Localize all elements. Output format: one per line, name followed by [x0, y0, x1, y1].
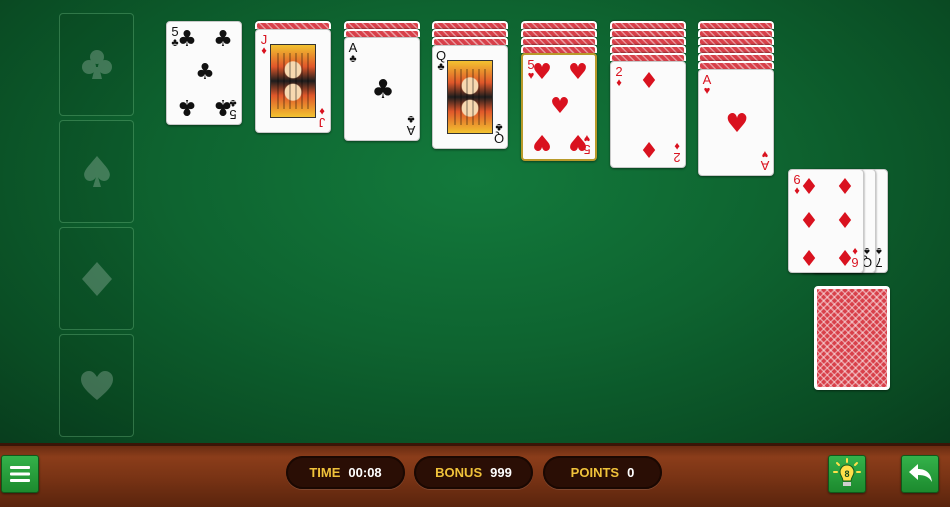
- face-down-card: [521, 37, 597, 45]
- hint-button[interactable]: 8: [828, 455, 866, 493]
- face-down-card: [610, 53, 686, 61]
- card-index: Q ♣: [435, 48, 447, 73]
- card-5-hearts[interactable]: 5 ♥ 5 ♥ ♥ ♥ ♥ ♥ ♥: [521, 53, 597, 161]
- face-down-card: [344, 29, 420, 37]
- card-index: J ♦: [260, 32, 268, 57]
- menu-button[interactable]: [1, 455, 39, 493]
- foundation-clubs[interactable]: [59, 13, 134, 116]
- bonus-value: 999: [490, 465, 512, 480]
- club-icon: ♣: [177, 27, 197, 52]
- diamond-icon: [81, 261, 112, 296]
- points-value: 0: [627, 465, 635, 480]
- card-index: 2 ♦: [615, 64, 623, 89]
- card-index: Q ♣: [493, 121, 505, 146]
- foundation-hearts[interactable]: [59, 334, 134, 437]
- time-value: 00:08: [348, 465, 382, 480]
- jack-face-art: [270, 44, 316, 118]
- club-icon: ♣: [371, 75, 395, 105]
- diamond-icon: ♦: [835, 209, 855, 234]
- face-down-card: [610, 29, 686, 37]
- card-index: 2 ♦: [673, 140, 681, 165]
- face-down-card: [698, 53, 774, 61]
- points-display: POINTS 0: [543, 456, 662, 489]
- foundation-spades[interactable]: [59, 120, 134, 223]
- card-ace-hearts[interactable]: A ♥ A ♥ ♥: [698, 69, 774, 176]
- heart-icon: [80, 370, 113, 400]
- diamond-icon: ♦: [639, 69, 659, 94]
- time-display: TIME 00:08: [286, 456, 405, 489]
- card-queen-clubs[interactable]: Q ♣ Q ♣: [432, 45, 508, 149]
- card-index: A ♣: [348, 40, 358, 65]
- face-down-card: [698, 21, 774, 29]
- face-down-card: [521, 45, 597, 53]
- face-down-card: [610, 45, 686, 53]
- card-2-diamonds[interactable]: 2 ♦ 2 ♦ ♦ ♦: [610, 61, 686, 168]
- waste-card-6-diamonds[interactable]: 6 ♦ 6 ♦ ♦ ♦ ♦ ♦ ♦ ♦: [788, 169, 864, 273]
- heart-icon: ♥: [568, 60, 588, 85]
- card-index: A ♥: [702, 72, 712, 97]
- diamond-icon: ♦: [799, 209, 819, 234]
- card-index: A ♥: [760, 148, 770, 173]
- spade-icon: [83, 155, 110, 187]
- diamond-icon: ♦: [799, 244, 819, 269]
- hamburger-menu-icon: [10, 466, 30, 482]
- heart-icon: ♥: [725, 109, 749, 139]
- club-icon: ♣: [213, 27, 233, 52]
- face-down-card: [255, 21, 331, 29]
- face-down-card: [521, 21, 597, 29]
- points-label: POINTS: [570, 465, 620, 480]
- stock-pile[interactable]: [814, 286, 890, 390]
- time-label: TIME: [309, 465, 341, 480]
- face-down-card: [521, 29, 597, 37]
- card-index: J ♦: [318, 105, 326, 130]
- face-down-card: [698, 45, 774, 53]
- diamond-icon: ♦: [835, 244, 855, 269]
- face-down-card: [432, 37, 508, 45]
- club-icon: ♣: [177, 94, 197, 119]
- face-down-card: [432, 29, 508, 37]
- club-icon: ♣: [213, 94, 233, 119]
- card-jack-diamonds[interactable]: J ♦ J ♦: [255, 29, 331, 133]
- card-ace-clubs[interactable]: A ♣ A ♣ ♣: [344, 37, 420, 141]
- face-down-card: [698, 61, 774, 69]
- face-down-card: [698, 37, 774, 45]
- face-down-card: [610, 37, 686, 45]
- face-down-card: [432, 21, 508, 29]
- heart-icon: ♥: [532, 129, 552, 154]
- heart-icon: ♥: [532, 60, 552, 85]
- foundation-diamonds[interactable]: [59, 227, 134, 330]
- hint-count: 8: [844, 469, 849, 479]
- diamond-icon: ♦: [639, 136, 659, 161]
- diamond-icon: ♦: [835, 175, 855, 200]
- bonus-display: BONUS 999: [414, 456, 533, 489]
- heart-icon: ♥: [568, 129, 588, 154]
- undo-button[interactable]: [901, 455, 939, 493]
- undo-arrow-icon: [909, 464, 932, 482]
- heart-icon: ♥: [550, 94, 570, 119]
- club-icon: [81, 49, 112, 79]
- diamond-icon: ♦: [799, 175, 819, 200]
- club-icon: ♣: [195, 60, 215, 85]
- card-index: A ♣: [406, 113, 416, 138]
- face-down-card: [344, 21, 420, 29]
- face-down-card: [698, 29, 774, 37]
- face-down-card: [610, 21, 686, 29]
- queen-face-art: [447, 60, 493, 134]
- card-5-clubs[interactable]: 5 ♣ 5 ♣ ♣ ♣ ♣ ♣ ♣: [166, 21, 242, 125]
- bonus-label: BONUS: [435, 465, 483, 480]
- lightbulb-hint-icon: 8: [833, 458, 861, 486]
